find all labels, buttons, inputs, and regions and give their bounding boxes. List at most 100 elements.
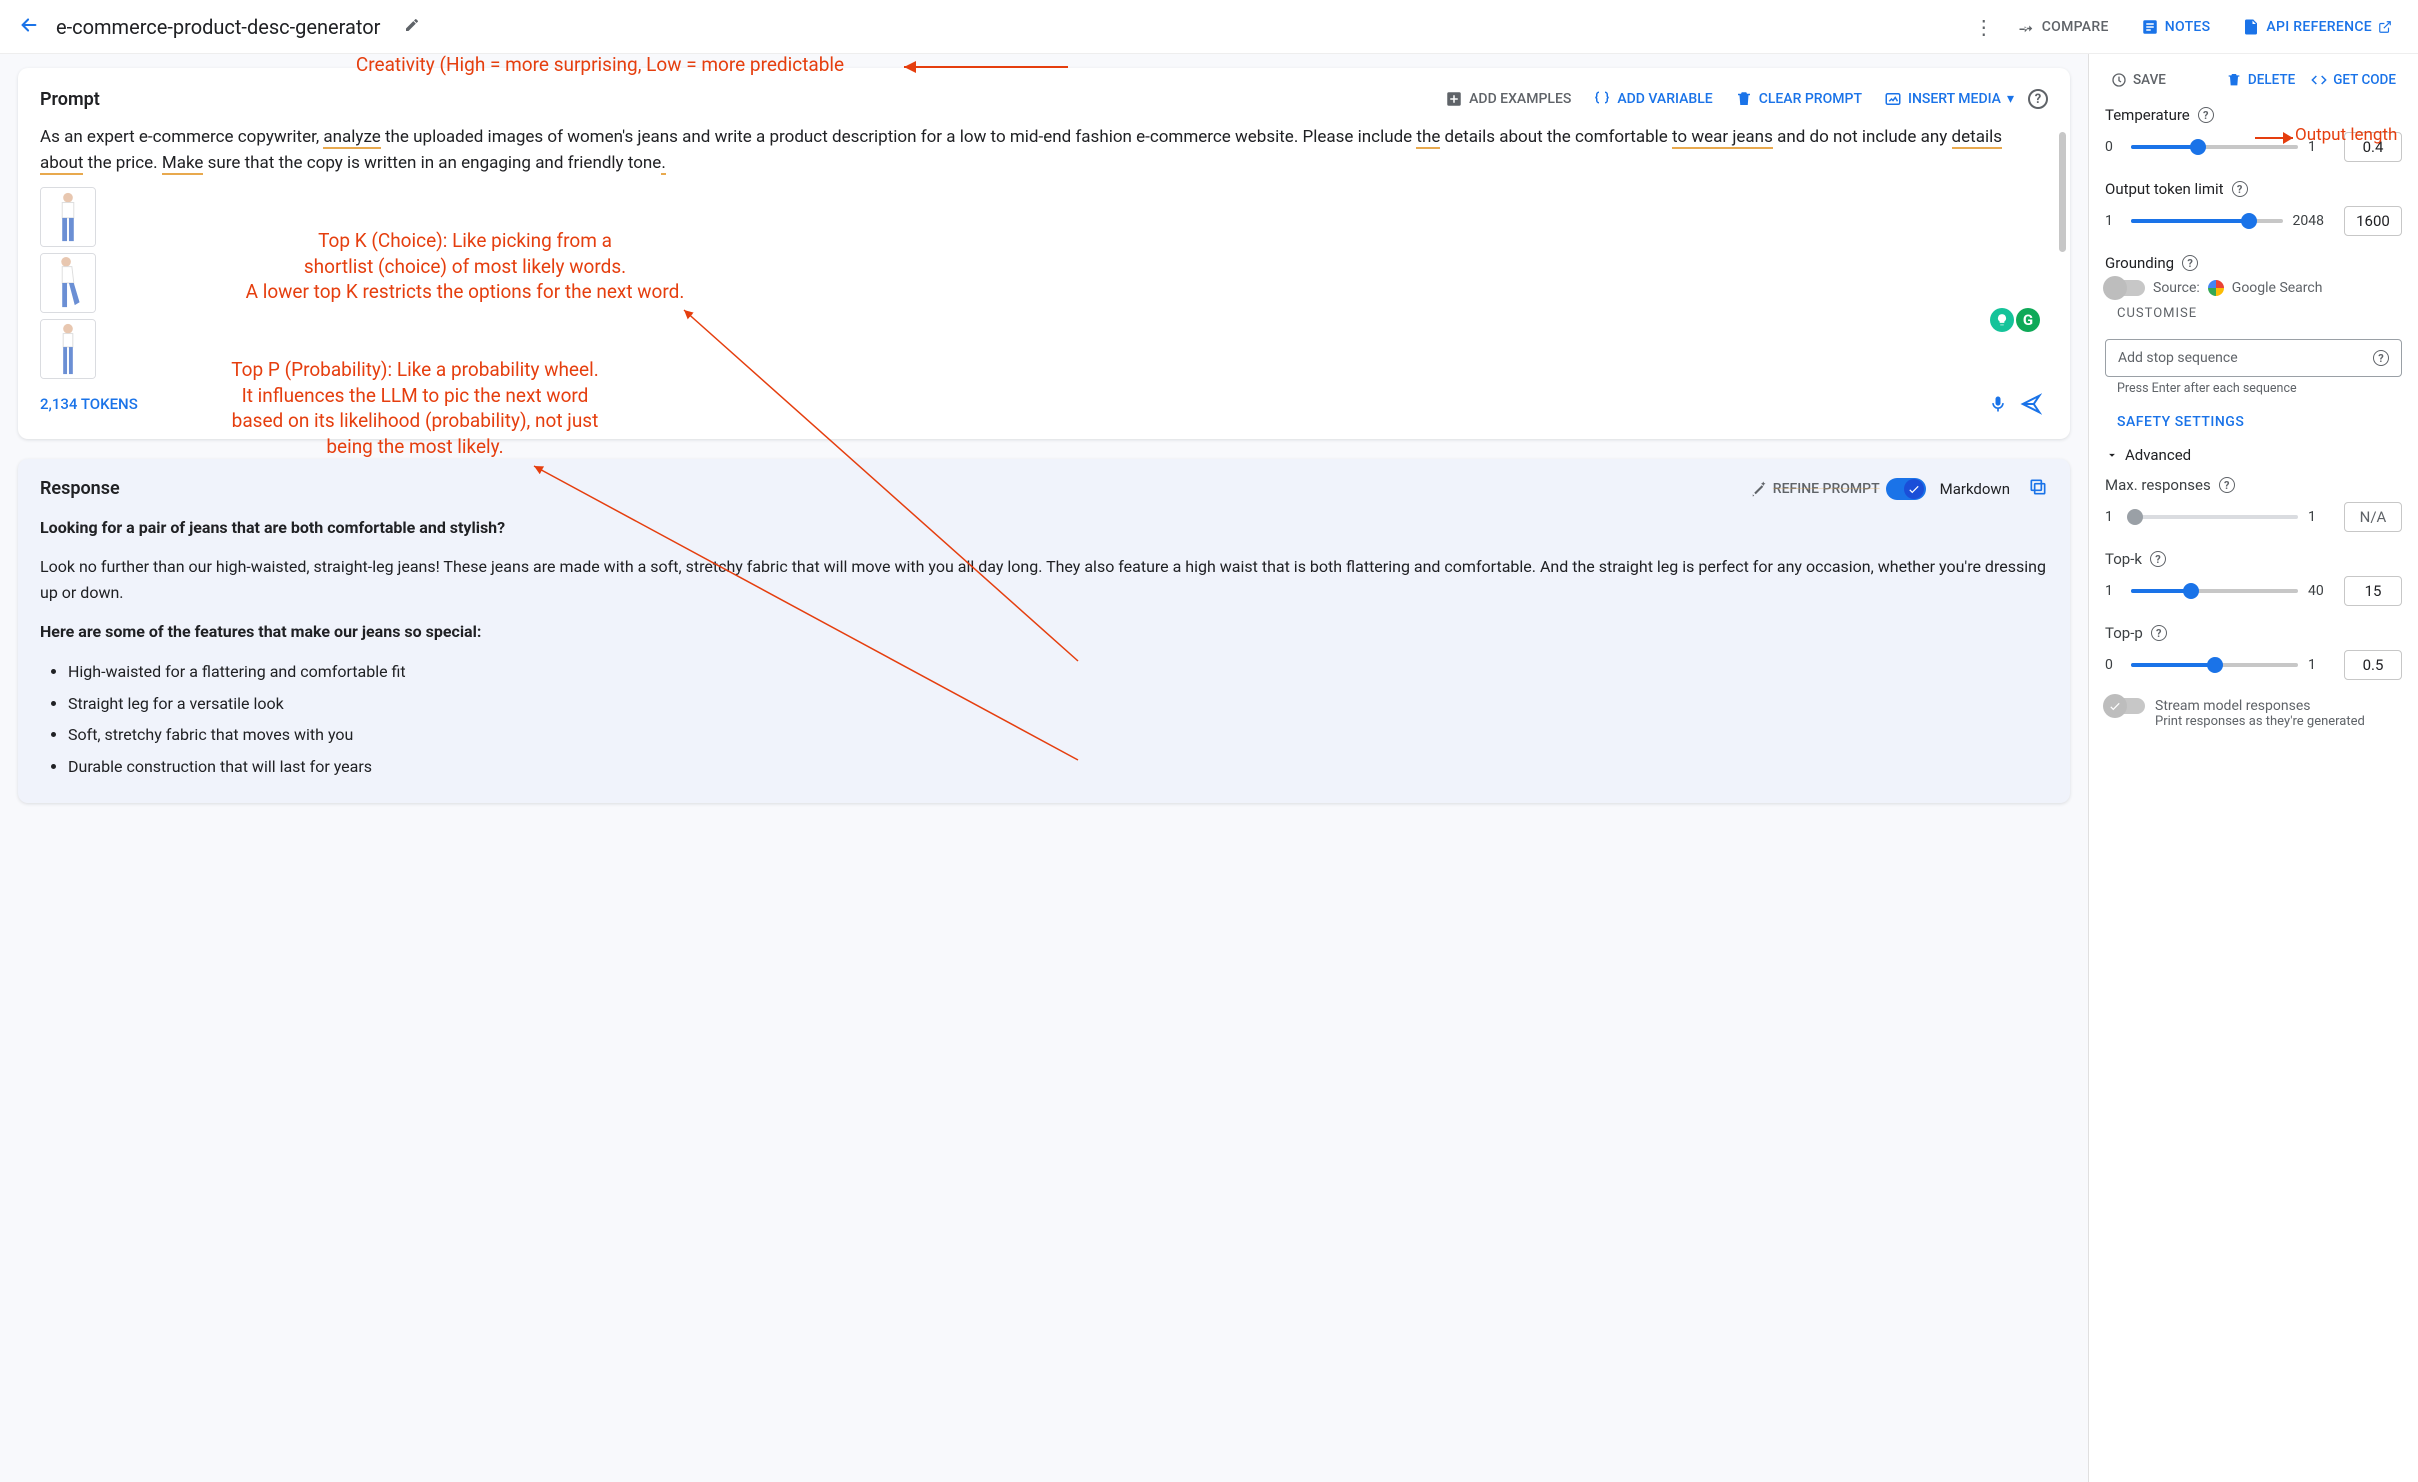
- output-token-value[interactable]: 1600: [2344, 206, 2402, 236]
- document-icon: [2242, 18, 2260, 36]
- top-p-value[interactable]: 0.5: [2344, 650, 2402, 680]
- response-bullet: High-waisted for a flattering and comfor…: [68, 659, 2048, 685]
- add-box-icon: [1445, 90, 1463, 108]
- response-body: Looking for a pair of jeans that are bot…: [40, 515, 2048, 780]
- help-icon[interactable]: ?: [2150, 551, 2166, 567]
- trash-icon: [1735, 90, 1753, 108]
- prompt-title: Prompt: [40, 89, 100, 110]
- arrow-output-length: [2253, 132, 2295, 144]
- output-token-slider[interactable]: [2131, 219, 2283, 223]
- page-title: e-commerce-product-desc-generator: [56, 15, 380, 39]
- add-examples-button[interactable]: ADD EXAMPLES: [1437, 86, 1579, 112]
- save-icon: [2111, 72, 2127, 88]
- customise-button[interactable]: CUSTOMISE: [2117, 306, 2402, 321]
- grounding-label: Grounding: [2105, 254, 2174, 272]
- temperature-label: Temperature: [2105, 106, 2190, 124]
- notes-icon: [2141, 18, 2159, 36]
- advanced-toggle[interactable]: Advanced: [2105, 446, 2402, 464]
- response-title: Response: [40, 478, 120, 499]
- compare-button[interactable]: COMPARE: [2010, 12, 2117, 42]
- response-bullet: Durable construction that will last for …: [68, 754, 2048, 780]
- braces-icon: [1593, 90, 1611, 108]
- refine-prompt-button[interactable]: REFINE PROMPT: [1749, 480, 1880, 498]
- token-count: 2,134 TOKENS: [40, 395, 138, 413]
- response-paragraph: Look no further than our high-waisted, s…: [40, 554, 2048, 605]
- top-p-setting: Top-p ? 0 1 0.5: [2105, 624, 2402, 680]
- google-logo-icon: [2208, 280, 2224, 296]
- image-thumbnail[interactable]: [40, 319, 96, 379]
- copy-icon[interactable]: [2028, 477, 2048, 501]
- image-thumbnail[interactable]: [40, 187, 96, 247]
- topbar: e-commerce-product-desc-generator ⋮ COMP…: [0, 0, 2418, 54]
- max-responses-slider: [2131, 515, 2298, 519]
- safety-settings-button[interactable]: SAFETY SETTINGS: [2117, 414, 2402, 430]
- image-thumbnails: [40, 187, 2048, 379]
- api-reference-button[interactable]: API REFERENCE: [2234, 12, 2400, 42]
- prompt-text[interactable]: As an expert e-commerce copywriter, anal…: [40, 124, 2048, 177]
- help-icon[interactable]: ?: [2151, 625, 2167, 641]
- help-icon[interactable]: ?: [2028, 89, 2048, 109]
- response-bullet: Straight leg for a versatile look: [68, 691, 2048, 717]
- mic-icon[interactable]: [1982, 388, 2014, 420]
- help-icon[interactable]: ?: [2198, 107, 2214, 123]
- chevron-down-icon: ▾: [2007, 91, 2014, 107]
- save-button[interactable]: SAVE: [2105, 68, 2172, 92]
- help-icon[interactable]: ?: [2219, 477, 2235, 493]
- help-icon[interactable]: ?: [2182, 255, 2198, 271]
- temperature-slider[interactable]: [2131, 145, 2298, 149]
- stop-sequence-setting: Add stop sequence ? Press Enter after ea…: [2105, 339, 2402, 396]
- wand-icon: [1749, 480, 1767, 498]
- response-subheading: Here are some of the features that make …: [40, 619, 2048, 645]
- get-code-button[interactable]: GET CODE: [2305, 68, 2402, 92]
- temperature-value[interactable]: 0.4: [2344, 132, 2402, 162]
- stream-hint: Print responses as they're generated: [2155, 714, 2402, 729]
- more-menu-icon[interactable]: ⋮: [1974, 15, 1994, 39]
- top-k-slider[interactable]: [2131, 589, 2298, 593]
- clear-prompt-button[interactable]: CLEAR PROMPT: [1727, 86, 1870, 112]
- max-responses-setting: Max. responses ? 1 1 N/A: [2105, 476, 2402, 532]
- notes-button[interactable]: NOTES: [2133, 12, 2219, 42]
- top-k-label: Top-k: [2105, 550, 2142, 568]
- top-k-setting: Top-k ? 1 40 15: [2105, 550, 2402, 606]
- grounding-toggle[interactable]: [2105, 280, 2145, 296]
- insert-media-button[interactable]: INSERT MEDIA ▾: [1876, 86, 2022, 112]
- edit-title-icon[interactable]: [404, 17, 420, 37]
- output-token-limit-label: Output token limit: [2105, 180, 2224, 198]
- stop-sequence-input[interactable]: Add stop sequence ?: [2105, 339, 2402, 377]
- top-p-label: Top-p: [2105, 624, 2143, 642]
- chevron-down-icon: [2105, 448, 2119, 462]
- response-bullet: Soft, stretchy fabric that moves with yo…: [68, 722, 2048, 748]
- stream-label: Stream model responses: [2155, 698, 2310, 714]
- delete-button[interactable]: DELETE: [2220, 68, 2301, 92]
- response-heading: Looking for a pair of jeans that are bot…: [40, 515, 2048, 541]
- grounding-setting: Grounding ? Source: Google Search CUSTOM…: [2105, 254, 2402, 321]
- compare-arrows-icon: [2018, 18, 2036, 36]
- top-p-slider[interactable]: [2131, 663, 2298, 667]
- markdown-toggle[interactable]: [1886, 478, 1926, 500]
- send-button[interactable]: [2014, 387, 2048, 421]
- external-link-icon: [2378, 20, 2392, 34]
- code-icon: [2311, 72, 2327, 88]
- max-responses-label: Max. responses: [2105, 476, 2211, 494]
- output-token-limit-setting: Output token limit ? 1 2048 1600: [2105, 180, 2402, 236]
- markdown-label: Markdown: [1940, 480, 2010, 498]
- top-k-value[interactable]: 15: [2344, 576, 2402, 606]
- image-icon: [1884, 90, 1902, 108]
- help-icon[interactable]: ?: [2232, 181, 2248, 197]
- response-bullet-list: High-waisted for a flattering and comfor…: [40, 659, 2048, 779]
- prompt-card: Prompt ADD EXAMPLES ADD VARIABLE CLEAR P…: [18, 68, 2070, 439]
- stop-sequence-hint: Press Enter after each sequence: [2117, 381, 2402, 396]
- stream-toggle[interactable]: [2105, 698, 2145, 714]
- image-thumbnail[interactable]: [40, 253, 96, 313]
- hint-icon[interactable]: [1990, 308, 2014, 332]
- add-variable-button[interactable]: ADD VARIABLE: [1585, 86, 1720, 112]
- left-column: Creativity (High = more surprising, Low …: [0, 54, 2088, 1482]
- grammarly-badges: G: [1990, 308, 2040, 332]
- response-card: Response REFINE PROMPT Markdown L: [18, 459, 2070, 804]
- help-icon[interactable]: ?: [2373, 350, 2389, 366]
- scrollbar[interactable]: [2059, 132, 2066, 252]
- settings-panel: SAVE DELETE GET CODE Temperature ?: [2088, 54, 2418, 1482]
- max-responses-value: N/A: [2344, 502, 2402, 532]
- back-button[interactable]: [18, 14, 40, 40]
- grammarly-icon[interactable]: G: [2016, 308, 2040, 332]
